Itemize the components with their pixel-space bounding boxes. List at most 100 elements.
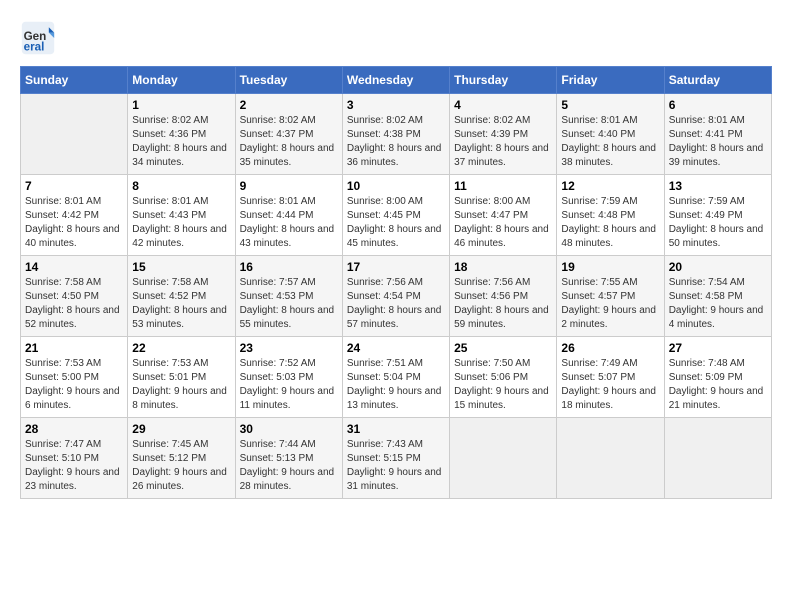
header-tuesday: Tuesday: [235, 67, 342, 94]
day-info: Sunrise: 8:01 AMSunset: 4:44 PMDaylight:…: [240, 195, 338, 251]
calendar-cell: [557, 418, 664, 499]
header-wednesday: Wednesday: [342, 67, 449, 94]
day-info: Sunrise: 7:45 AMSunset: 5:12 PMDaylight:…: [132, 438, 230, 494]
day-number: 7: [25, 179, 123, 193]
svg-text:eral: eral: [24, 41, 45, 54]
calendar-table: SundayMondayTuesdayWednesdayThursdayFrid…: [20, 66, 772, 499]
day-number: 29: [132, 422, 230, 436]
calendar-cell: 25 Sunrise: 7:50 AMSunset: 5:06 PMDaylig…: [450, 337, 557, 418]
calendar-cell: [664, 418, 771, 499]
day-number: 1: [132, 98, 230, 112]
header-friday: Friday: [557, 67, 664, 94]
day-info: Sunrise: 7:49 AMSunset: 5:07 PMDaylight:…: [561, 357, 659, 413]
calendar-cell: 10 Sunrise: 8:00 AMSunset: 4:45 PMDaylig…: [342, 175, 449, 256]
day-number: 16: [240, 260, 338, 274]
day-info: Sunrise: 7:44 AMSunset: 5:13 PMDaylight:…: [240, 438, 338, 494]
calendar-cell: 19 Sunrise: 7:55 AMSunset: 4:57 PMDaylig…: [557, 256, 664, 337]
calendar-cell: 3 Sunrise: 8:02 AMSunset: 4:38 PMDayligh…: [342, 94, 449, 175]
day-info: Sunrise: 7:58 AMSunset: 4:50 PMDaylight:…: [25, 276, 123, 332]
calendar-cell: 15 Sunrise: 7:58 AMSunset: 4:52 PMDaylig…: [128, 256, 235, 337]
day-info: Sunrise: 8:02 AMSunset: 4:39 PMDaylight:…: [454, 114, 552, 170]
day-info: Sunrise: 8:02 AMSunset: 4:38 PMDaylight:…: [347, 114, 445, 170]
day-number: 18: [454, 260, 552, 274]
calendar-cell: 11 Sunrise: 8:00 AMSunset: 4:47 PMDaylig…: [450, 175, 557, 256]
calendar-header-row: SundayMondayTuesdayWednesdayThursdayFrid…: [21, 67, 772, 94]
day-number: 24: [347, 341, 445, 355]
day-number: 10: [347, 179, 445, 193]
calendar-cell: 17 Sunrise: 7:56 AMSunset: 4:54 PMDaylig…: [342, 256, 449, 337]
day-info: Sunrise: 8:01 AMSunset: 4:41 PMDaylight:…: [669, 114, 767, 170]
calendar-cell: 4 Sunrise: 8:02 AMSunset: 4:39 PMDayligh…: [450, 94, 557, 175]
day-info: Sunrise: 7:43 AMSunset: 5:15 PMDaylight:…: [347, 438, 445, 494]
calendar-cell: [21, 94, 128, 175]
calendar-cell: 7 Sunrise: 8:01 AMSunset: 4:42 PMDayligh…: [21, 175, 128, 256]
day-number: 17: [347, 260, 445, 274]
header: Gen eral: [20, 20, 772, 56]
day-info: Sunrise: 7:53 AMSunset: 5:00 PMDaylight:…: [25, 357, 123, 413]
calendar-cell: 12 Sunrise: 7:59 AMSunset: 4:48 PMDaylig…: [557, 175, 664, 256]
day-number: 9: [240, 179, 338, 193]
day-number: 15: [132, 260, 230, 274]
day-number: 31: [347, 422, 445, 436]
calendar-cell: 6 Sunrise: 8:01 AMSunset: 4:41 PMDayligh…: [664, 94, 771, 175]
day-number: 6: [669, 98, 767, 112]
calendar-cell: 30 Sunrise: 7:44 AMSunset: 5:13 PMDaylig…: [235, 418, 342, 499]
week-row-4: 21 Sunrise: 7:53 AMSunset: 5:00 PMDaylig…: [21, 337, 772, 418]
day-info: Sunrise: 8:02 AMSunset: 4:37 PMDaylight:…: [240, 114, 338, 170]
logo: Gen eral: [20, 20, 60, 56]
header-saturday: Saturday: [664, 67, 771, 94]
header-sunday: Sunday: [21, 67, 128, 94]
day-info: Sunrise: 8:02 AMSunset: 4:36 PMDaylight:…: [132, 114, 230, 170]
day-number: 22: [132, 341, 230, 355]
day-number: 12: [561, 179, 659, 193]
week-row-5: 28 Sunrise: 7:47 AMSunset: 5:10 PMDaylig…: [21, 418, 772, 499]
day-info: Sunrise: 8:00 AMSunset: 4:45 PMDaylight:…: [347, 195, 445, 251]
day-number: 28: [25, 422, 123, 436]
day-info: Sunrise: 7:58 AMSunset: 4:52 PMDaylight:…: [132, 276, 230, 332]
day-info: Sunrise: 7:51 AMSunset: 5:04 PMDaylight:…: [347, 357, 445, 413]
logo-icon: Gen eral: [20, 20, 56, 56]
calendar-cell: 20 Sunrise: 7:54 AMSunset: 4:58 PMDaylig…: [664, 256, 771, 337]
day-info: Sunrise: 8:01 AMSunset: 4:43 PMDaylight:…: [132, 195, 230, 251]
day-info: Sunrise: 8:01 AMSunset: 4:42 PMDaylight:…: [25, 195, 123, 251]
header-thursday: Thursday: [450, 67, 557, 94]
day-info: Sunrise: 7:54 AMSunset: 4:58 PMDaylight:…: [669, 276, 767, 332]
calendar-cell: 5 Sunrise: 8:01 AMSunset: 4:40 PMDayligh…: [557, 94, 664, 175]
week-row-2: 7 Sunrise: 8:01 AMSunset: 4:42 PMDayligh…: [21, 175, 772, 256]
day-number: 11: [454, 179, 552, 193]
calendar-cell: 2 Sunrise: 8:02 AMSunset: 4:37 PMDayligh…: [235, 94, 342, 175]
calendar-cell: 13 Sunrise: 7:59 AMSunset: 4:49 PMDaylig…: [664, 175, 771, 256]
calendar-cell: 26 Sunrise: 7:49 AMSunset: 5:07 PMDaylig…: [557, 337, 664, 418]
calendar-cell: 16 Sunrise: 7:57 AMSunset: 4:53 PMDaylig…: [235, 256, 342, 337]
calendar-cell: 29 Sunrise: 7:45 AMSunset: 5:12 PMDaylig…: [128, 418, 235, 499]
day-info: Sunrise: 7:56 AMSunset: 4:56 PMDaylight:…: [454, 276, 552, 332]
day-info: Sunrise: 7:55 AMSunset: 4:57 PMDaylight:…: [561, 276, 659, 332]
calendar-cell: 21 Sunrise: 7:53 AMSunset: 5:00 PMDaylig…: [21, 337, 128, 418]
day-info: Sunrise: 7:56 AMSunset: 4:54 PMDaylight:…: [347, 276, 445, 332]
day-number: 25: [454, 341, 552, 355]
header-monday: Monday: [128, 67, 235, 94]
day-number: 20: [669, 260, 767, 274]
day-number: 30: [240, 422, 338, 436]
day-info: Sunrise: 7:59 AMSunset: 4:48 PMDaylight:…: [561, 195, 659, 251]
day-number: 19: [561, 260, 659, 274]
calendar-cell: 31 Sunrise: 7:43 AMSunset: 5:15 PMDaylig…: [342, 418, 449, 499]
calendar-cell: 23 Sunrise: 7:52 AMSunset: 5:03 PMDaylig…: [235, 337, 342, 418]
day-info: Sunrise: 7:50 AMSunset: 5:06 PMDaylight:…: [454, 357, 552, 413]
day-info: Sunrise: 7:53 AMSunset: 5:01 PMDaylight:…: [132, 357, 230, 413]
calendar-cell: 1 Sunrise: 8:02 AMSunset: 4:36 PMDayligh…: [128, 94, 235, 175]
day-info: Sunrise: 8:00 AMSunset: 4:47 PMDaylight:…: [454, 195, 552, 251]
day-number: 14: [25, 260, 123, 274]
week-row-3: 14 Sunrise: 7:58 AMSunset: 4:50 PMDaylig…: [21, 256, 772, 337]
calendar-cell: 22 Sunrise: 7:53 AMSunset: 5:01 PMDaylig…: [128, 337, 235, 418]
day-info: Sunrise: 7:47 AMSunset: 5:10 PMDaylight:…: [25, 438, 123, 494]
day-number: 27: [669, 341, 767, 355]
week-row-1: 1 Sunrise: 8:02 AMSunset: 4:36 PMDayligh…: [21, 94, 772, 175]
calendar-cell: 14 Sunrise: 7:58 AMSunset: 4:50 PMDaylig…: [21, 256, 128, 337]
day-info: Sunrise: 7:48 AMSunset: 5:09 PMDaylight:…: [669, 357, 767, 413]
calendar-cell: 9 Sunrise: 8:01 AMSunset: 4:44 PMDayligh…: [235, 175, 342, 256]
calendar-cell: 24 Sunrise: 7:51 AMSunset: 5:04 PMDaylig…: [342, 337, 449, 418]
day-number: 13: [669, 179, 767, 193]
day-number: 3: [347, 98, 445, 112]
calendar-cell: [450, 418, 557, 499]
